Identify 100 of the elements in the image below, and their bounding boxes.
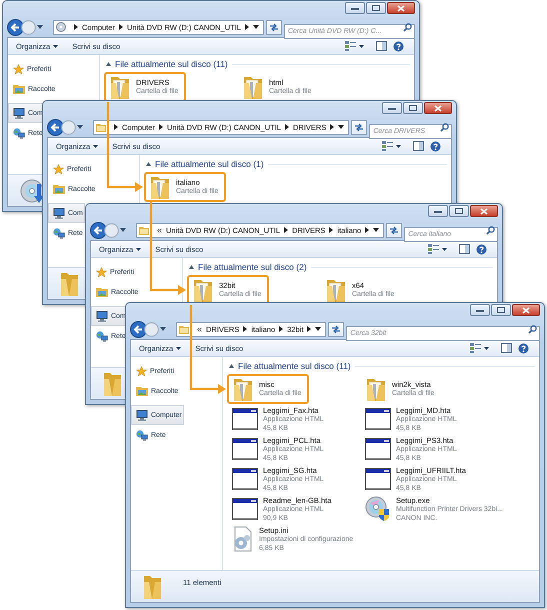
chevron-icon[interactable] (330, 124, 334, 130)
caret-icon[interactable] (315, 327, 322, 331)
refresh-button[interactable] (351, 120, 368, 134)
chevron-icon[interactable] (243, 326, 248, 332)
refresh-button[interactable] (386, 222, 402, 238)
refresh-icon (331, 324, 342, 334)
refresh-button[interactable] (328, 322, 344, 336)
folder-icon (365, 376, 387, 402)
minimize-icon (351, 6, 359, 10)
search-icon (403, 22, 412, 32)
chevron-icon[interactable] (279, 326, 284, 332)
chevron-icon[interactable] (329, 227, 334, 233)
help-icon[interactable] (430, 140, 441, 152)
chevron-icon[interactable] (244, 24, 249, 30)
folder-icon (232, 376, 254, 402)
chevron-icon[interactable] (284, 227, 288, 233)
caret-icon[interactable] (373, 228, 380, 232)
minimize-button[interactable] (470, 304, 490, 316)
maximize-icon (455, 208, 463, 214)
caret-icon[interactable] (252, 25, 259, 29)
minimize-icon (388, 106, 396, 110)
preview-pane-icon[interactable] (501, 343, 512, 353)
overflow-button[interactable]: « (197, 324, 202, 334)
folder-icon (96, 122, 106, 132)
folder-icon (60, 270, 80, 296)
maximize-button[interactable] (403, 102, 423, 114)
preview-pane-icon[interactable] (459, 244, 470, 254)
network-icon (13, 128, 25, 138)
recent-pages-caret-icon[interactable] (120, 228, 126, 232)
computer-icon (13, 108, 25, 118)
chevron-icon[interactable] (365, 227, 370, 233)
group-heading: File attualmente sul disco (2) (198, 262, 307, 272)
close-icon (480, 208, 488, 214)
maximize-button[interactable] (491, 304, 511, 316)
chevron-icon[interactable] (114, 124, 118, 130)
help-icon[interactable] (518, 342, 529, 354)
overflow-button[interactable]: « (157, 226, 162, 234)
minimize-icon (476, 308, 484, 312)
computer-icon (136, 410, 148, 420)
network-icon (53, 228, 65, 238)
star-icon (13, 64, 24, 74)
maximize-button[interactable] (366, 2, 386, 14)
minimize-button[interactable] (382, 102, 402, 114)
close-button[interactable] (424, 102, 452, 114)
close-button[interactable] (470, 205, 498, 217)
application-window-icon (365, 408, 391, 430)
collapse-icon[interactable] (106, 62, 111, 66)
forward-button[interactable] (144, 322, 159, 336)
chevron-icon[interactable] (118, 24, 123, 30)
caret-icon[interactable] (136, 248, 142, 250)
caret-icon[interactable] (396, 144, 401, 148)
close-icon (434, 104, 442, 112)
caret-icon[interactable] (359, 44, 364, 48)
application-window-icon (365, 468, 391, 490)
refresh-icon (354, 122, 364, 132)
refresh-icon (268, 22, 279, 32)
recent-pages-caret-icon[interactable] (37, 25, 43, 29)
collapse-icon[interactable] (189, 265, 194, 269)
close-button[interactable] (512, 304, 540, 316)
folder-icon (103, 370, 123, 396)
caret-icon[interactable] (338, 125, 344, 129)
application-window-icon (232, 408, 258, 430)
caret-icon[interactable] (53, 44, 58, 48)
close-icon (522, 306, 530, 314)
group-heading: File attualmente sul disco (11) (115, 59, 228, 69)
application-window-icon (365, 438, 391, 460)
caret-icon[interactable] (176, 346, 182, 350)
folder-icon (143, 574, 163, 600)
forward-button[interactable] (104, 222, 119, 238)
preview-pane-icon[interactable] (376, 41, 387, 51)
group-heading: File attualmente sul disco (1) (155, 159, 264, 169)
chevron-icon[interactable] (158, 124, 163, 130)
chevron-icon[interactable] (307, 326, 312, 332)
library-icon (96, 287, 108, 297)
help-icon[interactable] (476, 244, 487, 254)
minimize-icon (434, 209, 442, 213)
maximize-button[interactable] (449, 205, 469, 217)
library-icon (136, 386, 148, 396)
star-icon (96, 266, 107, 278)
folder-icon (139, 225, 149, 235)
chevron-icon[interactable] (284, 124, 289, 130)
recent-pages-caret-icon[interactable] (160, 327, 166, 331)
collapse-icon[interactable] (146, 162, 151, 166)
caret-icon[interactable] (442, 248, 447, 250)
refresh-button[interactable] (266, 20, 282, 34)
close-button[interactable] (387, 2, 415, 14)
caret-icon[interactable] (93, 144, 98, 148)
caret-icon[interactable] (484, 346, 489, 350)
minimize-button[interactable] (345, 2, 365, 14)
application-window-icon (232, 498, 258, 520)
recent-pages-caret-icon[interactable] (77, 125, 83, 129)
computer-icon (53, 208, 65, 218)
preview-pane-icon[interactable] (413, 141, 424, 151)
chevron-icon[interactable] (74, 24, 78, 30)
minimize-button[interactable] (428, 205, 448, 217)
maximize-icon (497, 307, 505, 313)
forward-button[interactable] (21, 20, 36, 34)
help-icon[interactable] (393, 40, 404, 52)
forward-button[interactable] (61, 120, 76, 134)
star-icon (53, 164, 64, 174)
